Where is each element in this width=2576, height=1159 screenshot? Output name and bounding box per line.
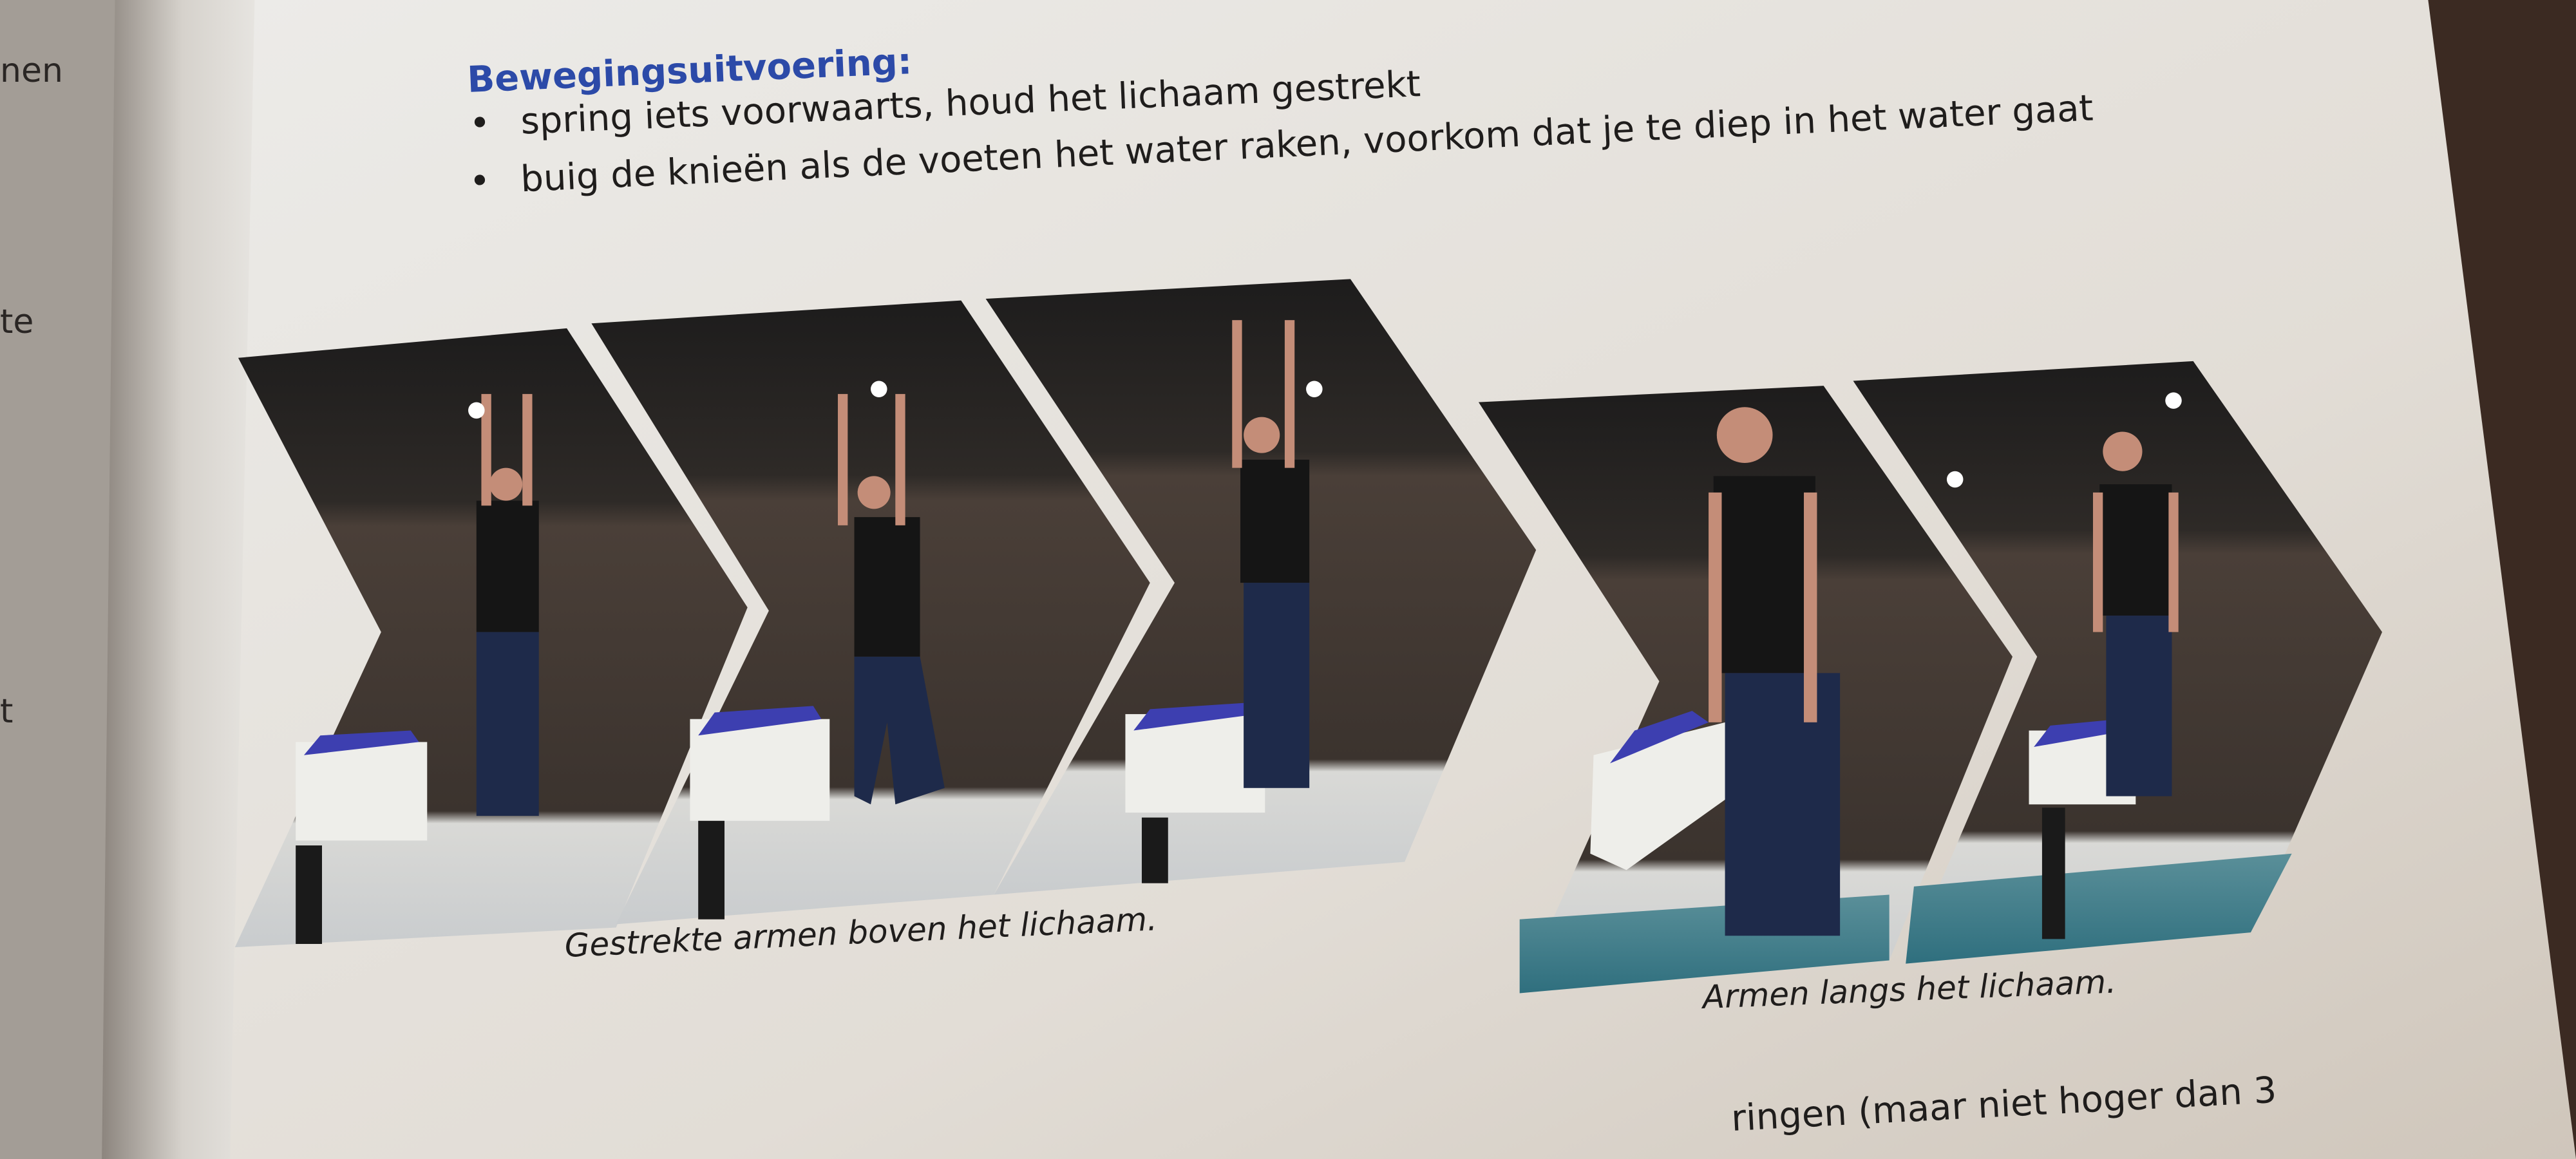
book-photo [0,0,2576,1159]
bullet-icon: • [468,160,491,203]
bullet-icon: • [468,102,492,145]
left-page-fragment: te [0,303,34,341]
left-page-fragment: t [0,692,14,731]
left-page-fragment: nen [0,52,63,90]
